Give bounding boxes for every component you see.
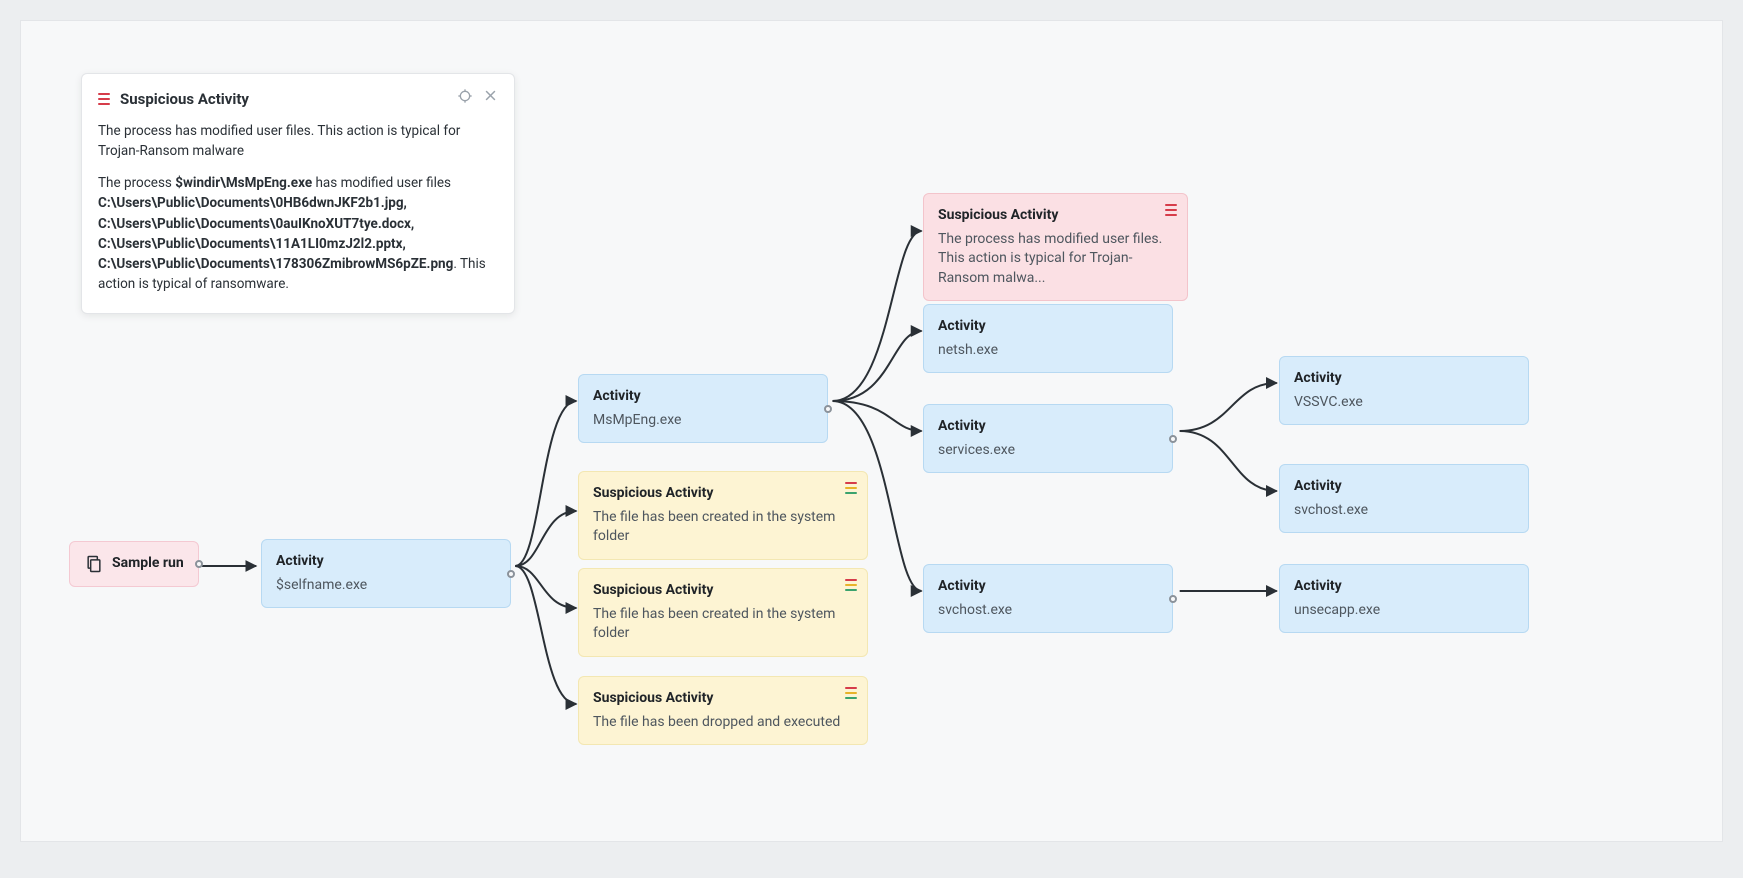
- node-title: Suspicious Activity: [593, 689, 853, 709]
- node-activity-services[interactable]: Activity services.exe: [923, 404, 1173, 473]
- node-title: Activity: [938, 317, 1158, 337]
- sample-file-icon: [84, 554, 104, 574]
- process-tree-canvas[interactable]: Sample run Activity $selfname.exe Activi…: [20, 20, 1723, 842]
- node-activity-vssvc[interactable]: Activity VSSVC.exe: [1279, 356, 1529, 425]
- node-title: Activity: [276, 552, 496, 572]
- severity-flag-icon: [1165, 204, 1177, 216]
- node-title: Activity: [938, 577, 1158, 597]
- node-title: Suspicious Activity: [593, 484, 853, 504]
- node-title: Sample run: [112, 554, 184, 574]
- node-subtitle: $selfname.exe: [276, 576, 496, 596]
- close-icon[interactable]: [483, 88, 498, 110]
- node-title: Suspicious Activity: [593, 581, 853, 601]
- port-out: [195, 560, 203, 568]
- node-subtitle: The file has been created in the system …: [593, 605, 853, 644]
- severity-flag-icon: [845, 482, 857, 494]
- popover-summary: The process has modified user files. Thi…: [98, 121, 498, 162]
- node-suspicious-dropped[interactable]: Suspicious Activity The file has been dr…: [578, 676, 868, 745]
- node-subtitle: unsecapp.exe: [1294, 601, 1514, 621]
- node-subtitle: svchost.exe: [1294, 501, 1514, 521]
- popover-title: Suspicious Activity: [120, 88, 249, 111]
- node-activity-svchost[interactable]: Activity svchost.exe: [923, 564, 1173, 633]
- node-activity-svchost-child[interactable]: Activity svchost.exe: [1279, 464, 1529, 533]
- node-activity-unsecapp[interactable]: Activity unsecapp.exe: [1279, 564, 1529, 633]
- port-out: [1169, 435, 1177, 443]
- node-activity-selfname[interactable]: Activity $selfname.exe: [261, 539, 511, 608]
- node-title: Activity: [1294, 369, 1514, 389]
- node-suspicious-created-2[interactable]: Suspicious Activity The file has been cr…: [578, 568, 868, 657]
- detail-popover: Suspicious Activity The process has modi…: [81, 73, 515, 314]
- node-title: Activity: [1294, 477, 1514, 497]
- port-out: [507, 570, 515, 578]
- severity-flag-icon: [845, 687, 857, 699]
- node-suspicious-created-1[interactable]: Suspicious Activity The file has been cr…: [578, 471, 868, 560]
- node-subtitle: The file has been created in the system …: [593, 508, 853, 547]
- port-out: [1169, 595, 1177, 603]
- node-title: Activity: [593, 387, 813, 407]
- node-suspicious-ransom[interactable]: Suspicious Activity The process has modi…: [923, 193, 1188, 301]
- node-subtitle: services.exe: [938, 441, 1158, 461]
- locate-icon[interactable]: [457, 88, 473, 110]
- severity-flag-icon: [845, 579, 857, 591]
- node-title: Activity: [938, 417, 1158, 437]
- node-subtitle: netsh.exe: [938, 341, 1158, 361]
- node-subtitle: MsMpEng.exe: [593, 411, 813, 431]
- node-subtitle: The process has modified user files. Thi…: [938, 230, 1173, 289]
- severity-flag-icon: [98, 93, 110, 105]
- node-sample-run[interactable]: Sample run: [69, 541, 199, 587]
- node-subtitle: svchost.exe: [938, 601, 1158, 621]
- node-title: Activity: [1294, 577, 1514, 597]
- popover-detail: The process $windir\MsMpEng.exe has modi…: [98, 173, 498, 295]
- node-subtitle: VSSVC.exe: [1294, 393, 1514, 413]
- node-subtitle: The file has been dropped and executed: [593, 713, 853, 733]
- node-activity-msmpeng[interactable]: Activity MsMpEng.exe: [578, 374, 828, 443]
- node-activity-netsh[interactable]: Activity netsh.exe: [923, 304, 1173, 373]
- node-title: Suspicious Activity: [938, 206, 1173, 226]
- port-out: [824, 405, 832, 413]
